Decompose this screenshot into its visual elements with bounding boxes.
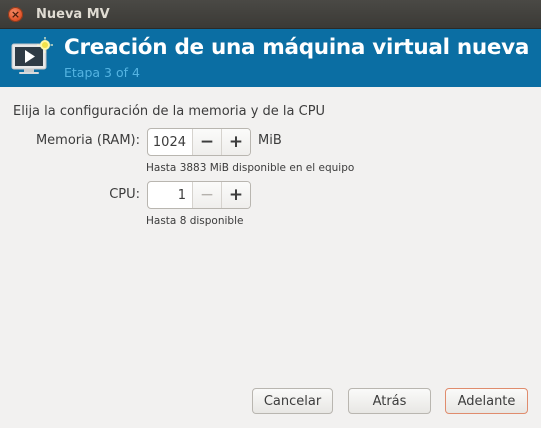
cpu-hint: Hasta 8 disponible [146,215,244,227]
memory-value[interactable]: 1024 [148,129,192,155]
wizard-title: Creación de una máquina virtual nueva [64,35,530,60]
vm-monitor-icon [11,37,53,74]
section-heading: Elija la configuración de la memoria y d… [13,104,326,119]
memory-spinbutton[interactable]: 1024 − + [147,128,251,156]
cpu-increment-button[interactable]: + [221,182,250,208]
memory-hint: Hasta 3883 MiB disponible en el equipo [146,162,355,174]
back-button[interactable]: Atrás [348,388,431,414]
memory-decrement-button[interactable]: − [192,129,221,155]
window-title: Nueva MV [36,6,110,22]
cpu-spinbutton[interactable]: 1 − + [147,181,251,209]
cpu-label: CPU: [109,187,140,202]
cancel-button[interactable]: Cancelar [252,388,333,414]
close-button[interactable]: × [8,6,23,22]
close-icon: × [10,7,21,21]
wizard-banner: Creación de una máquina virtual nueva Et… [0,29,541,87]
cpu-value[interactable]: 1 [148,182,192,208]
memory-increment-button[interactable]: + [221,129,250,155]
window-titlebar: × Nueva MV [0,0,541,29]
wizard-step: Etapa 3 of 4 [64,65,140,80]
minus-icon: − [199,132,215,152]
cpu-decrement-button[interactable]: − [192,182,221,208]
minus-icon: − [199,185,215,205]
plus-icon: + [228,185,244,205]
memory-label: Memoria (RAM): [35,133,140,148]
forward-button[interactable]: Adelante [445,388,528,414]
plus-icon: + [228,132,244,152]
memory-unit: MiB [258,133,282,148]
